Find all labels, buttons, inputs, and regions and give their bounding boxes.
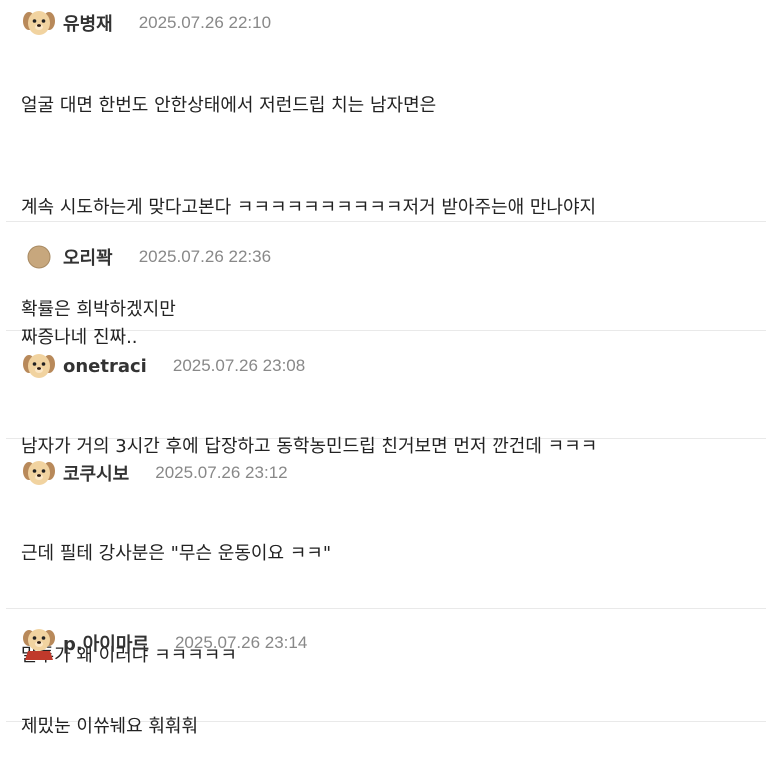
comment-date: 2025.07.26 22:36 [138, 247, 272, 266]
comment-item: onetraci 2025.07.26 23:08 남자가 거의 3시간 후에 … [6, 331, 766, 457]
beige-circle-icon[interactable] [21, 239, 57, 275]
comment-header: p.아이마르 2025.07.26 23:14 [21, 623, 307, 663]
comment-line: 계속 시도하는게 맞다고본다 ㅋㅋㅋㅋㅋㅋㅋㅋㅋㅋ저거 받아주는애 만나야지 [21, 197, 597, 218]
comment-header: onetraci 2025.07.26 23:08 [21, 346, 305, 386]
comment-nickname[interactable]: 오리꽉 [63, 244, 113, 270]
comment-nickname[interactable]: onetraci [63, 356, 147, 377]
comment-header: 유병재 2025.07.26 22:10 [21, 3, 271, 43]
comment-nickname[interactable]: p.아이마르 [63, 630, 149, 656]
comment-line: 얼굴 대면 한번도 안한상태에서 저런드립 치는 남자면은 [21, 95, 437, 116]
comment-list: 유병재 2025.07.26 22:10 얼굴 대면 한번도 안한상태에서 저런… [0, 0, 772, 737]
comment-date: 2025.07.26 23:14 [174, 633, 308, 652]
puppy-icon[interactable] [21, 455, 57, 491]
comment-body: 제밌눈 이쓔눼요 훠훠훠 [21, 677, 198, 777]
comment-header: 오리꽉 2025.07.26 22:36 [21, 237, 271, 277]
comment-date: 2025.07.26 23:08 [172, 356, 306, 375]
puppy-red-cape-icon[interactable] [21, 625, 57, 661]
comment-line: 제밌눈 이쓔눼요 훠훠훠 [21, 716, 199, 737]
comment-item: p.아이마르 2025.07.26 23:14 제밌눈 이쓔눼요 훠훠훠 [6, 609, 766, 737]
comment-nickname[interactable]: 코쿠시보 [63, 460, 129, 486]
comment-item: 오리꽉 2025.07.26 22:36 짜증나네 진짜.. [6, 222, 766, 348]
puppy-icon[interactable] [21, 348, 57, 384]
comment-item: 코쿠시보 2025.07.26 23:12 근데 필테 강사분은 "무슨 운동이… [6, 439, 766, 666]
comment-date: 2025.07.26 22:10 [138, 13, 272, 32]
comment-line: 근데 필테 강사분은 "무슨 운동이요 ㅋㅋ" [21, 543, 332, 564]
comment-nickname[interactable]: 유병재 [63, 10, 113, 36]
comment-header: 코쿠시보 2025.07.26 23:12 [21, 453, 288, 493]
comment-date: 2025.07.26 23:12 [155, 463, 288, 482]
puppy-icon[interactable] [21, 5, 57, 41]
comment-item: 유병재 2025.07.26 22:10 얼굴 대면 한번도 안한상태에서 저런… [6, 0, 766, 320]
